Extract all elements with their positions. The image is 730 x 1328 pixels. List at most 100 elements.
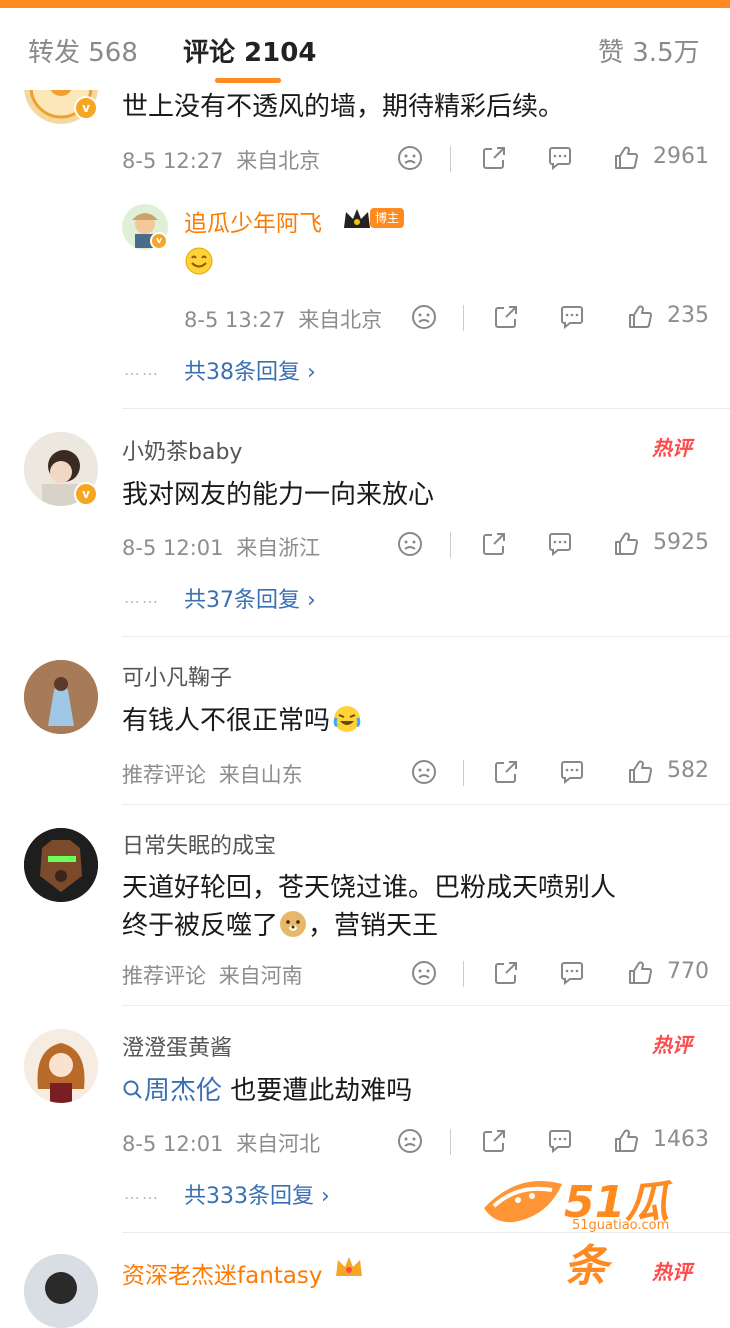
active-tab-indicator — [215, 78, 281, 83]
like-icon[interactable] — [626, 758, 654, 786]
crown-icon — [344, 209, 370, 228]
dislike-icon[interactable] — [396, 144, 424, 172]
like-icon[interactable] — [612, 1127, 640, 1155]
view-replies-link[interactable]: 共37条回复 › — [184, 582, 316, 614]
view-replies-link[interactable]: 共333条回复 › — [184, 1178, 330, 1210]
watermark-melon-icon — [484, 1181, 562, 1223]
comment-username[interactable]: 小奶茶baby — [122, 434, 242, 466]
watermark-url: 51guatiao.com — [572, 1218, 670, 1233]
dislike-icon[interactable] — [396, 530, 424, 558]
comment-username[interactable]: 可小凡鞠子 — [122, 660, 232, 692]
share-icon[interactable] — [492, 959, 520, 987]
comment-text-part: ，营销天王 — [308, 911, 439, 941]
like-icon[interactable] — [626, 303, 654, 331]
hot-comment-tag: 热评 — [652, 436, 692, 460]
comment-text: 我对网友的能力一向来放心 — [122, 480, 435, 510]
view-replies-label: 共38条回复 — [184, 360, 300, 385]
comment-text-part: 终于被反噬了 — [122, 911, 279, 941]
avatar[interactable] — [24, 1029, 98, 1103]
like-icon[interactable] — [612, 530, 640, 558]
comment-username[interactable]: 日常失眠的成宝 — [122, 828, 276, 860]
action-row: 2961 — [0, 144, 730, 174]
chevron-right-icon: › — [307, 588, 316, 613]
verified-badge-icon: v — [74, 482, 98, 506]
avatar[interactable] — [24, 1254, 98, 1328]
comment-icon[interactable] — [546, 530, 574, 558]
action-row: 582 — [0, 758, 730, 788]
header-accent-bar — [0, 0, 730, 8]
like-icon[interactable] — [626, 959, 654, 987]
action-row: 1463 — [0, 1127, 730, 1157]
like-count: 1463 — [653, 1127, 709, 1152]
reply-action-row: 235 — [0, 303, 730, 333]
divider — [450, 532, 451, 558]
comment-text-line1: 天道好轮回，苍天饶过谁。巴粉成天喷别人 — [122, 873, 617, 903]
divider — [463, 760, 464, 786]
view-replies-label: 共333条回复 — [184, 1184, 314, 1209]
share-icon[interactable] — [480, 144, 508, 172]
comment-username[interactable]: 澄澄蛋黄酱 — [122, 1030, 232, 1062]
comment-divider — [122, 636, 730, 637]
like-count: 235 — [667, 303, 709, 328]
avatar[interactable] — [24, 828, 98, 902]
comment-text: 世上没有不透风的墙，期待精彩后续。 — [122, 92, 565, 122]
blogger-badge: 博主 — [370, 208, 405, 228]
action-row: 5925 — [0, 530, 730, 560]
like-count: 582 — [667, 758, 709, 783]
view-replies-link[interactable]: 共38条回复 › — [184, 354, 316, 386]
comment-icon[interactable] — [558, 959, 586, 987]
verified-badge-icon: v — [150, 232, 168, 250]
reply-username[interactable]: 追瓜少年阿飞 — [184, 204, 322, 238]
divider — [463, 305, 464, 331]
topic-label: 周杰伦 — [144, 1076, 223, 1106]
comment-text: 周杰伦 也要遭此劫难吗 — [122, 1070, 412, 1107]
divider — [463, 961, 464, 987]
replies-dots: …… — [124, 1184, 160, 1203]
replies-dots: …… — [124, 588, 160, 607]
topic-link[interactable]: 周杰伦 — [122, 1076, 222, 1106]
dislike-icon[interactable] — [396, 1127, 424, 1155]
watermark-logo: 51瓜条 51guatiao.com — [478, 1166, 710, 1292]
comment-divider — [122, 804, 730, 805]
dislike-icon[interactable] — [410, 303, 438, 331]
verified-badge-icon: v — [74, 96, 98, 120]
comment-icon[interactable] — [546, 1127, 574, 1155]
comment-icon[interactable] — [558, 303, 586, 331]
comment-divider — [122, 1005, 730, 1006]
dislike-icon[interactable] — [410, 758, 438, 786]
doge-emoji-icon — [280, 911, 307, 937]
comment-text: 有钱人不很正常吗 — [122, 700, 362, 737]
tab-likes[interactable]: 赞 3.5万 — [598, 32, 700, 69]
divider — [450, 146, 451, 172]
share-icon[interactable] — [492, 303, 520, 331]
crown-icon — [336, 1257, 362, 1276]
hot-comment-tag: 热评 — [652, 1033, 692, 1057]
comment-text-line2: 终于被反噬了 ，营销天王 — [122, 905, 438, 942]
like-count: 770 — [667, 959, 709, 984]
like-count: 2961 — [653, 144, 709, 169]
share-icon[interactable] — [492, 758, 520, 786]
like-icon[interactable] — [612, 144, 640, 172]
tab-comments[interactable]: 评论 2104 — [183, 32, 316, 69]
action-row: 770 — [0, 959, 730, 989]
replies-dots: …… — [124, 360, 160, 379]
share-icon[interactable] — [480, 530, 508, 558]
chevron-right-icon: › — [307, 360, 316, 385]
comment-divider — [122, 408, 730, 409]
search-icon — [123, 1080, 142, 1099]
comment-username[interactable]: 资深老杰迷fantasy — [122, 1256, 322, 1290]
view-replies-label: 共37条回复 — [184, 588, 300, 613]
dislike-icon[interactable] — [410, 959, 438, 987]
chevron-right-icon: › — [321, 1184, 330, 1209]
laugh-cry-emoji-icon — [333, 706, 361, 732]
like-count: 5925 — [653, 530, 709, 555]
comment-icon[interactable] — [558, 758, 586, 786]
comment-tabs: 转发 568 评论 2104 赞 3.5万 — [0, 8, 730, 90]
avatar[interactable] — [24, 660, 98, 734]
tab-reposts[interactable]: 转发 568 — [28, 32, 138, 69]
divider — [450, 1129, 451, 1155]
comment-icon[interactable] — [546, 144, 574, 172]
comment-text-body: 也要遭此劫难吗 — [222, 1076, 413, 1106]
share-icon[interactable] — [480, 1127, 508, 1155]
comment-text-body: 有钱人不很正常吗 — [122, 706, 331, 736]
